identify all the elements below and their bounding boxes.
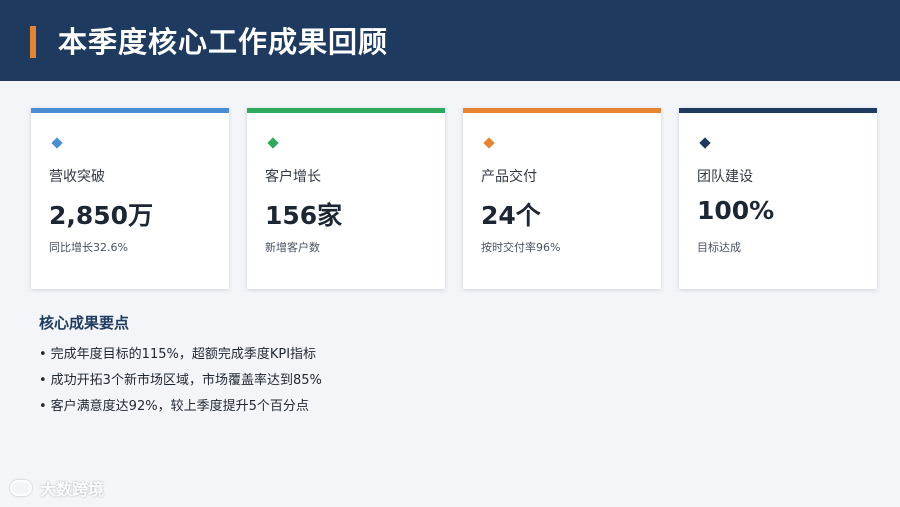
key-points-section: 核心成果要点 • 完成年度目标的115%，超额完成季度KPI指标 • 成功开拓3个新… (39, 312, 322, 420)
card-subtext: 目标达成 (697, 241, 741, 254)
card-subtext: 新增客户数 (265, 241, 320, 254)
watermark-text: 大数跨境 (40, 480, 105, 499)
bullet-icon: • (39, 399, 47, 414)
watermark: 大数跨境 (10, 476, 104, 500)
metric-card-revenue: 营收突破 2,850万 同比增长32.6% (31, 108, 229, 289)
card-label: 产品交付 (481, 169, 537, 185)
list-item: • 成功开拓3个新市场区域，市场覆盖率达到85% (39, 368, 322, 394)
bullet-icon: • (39, 373, 47, 388)
card-label: 营收突破 (49, 169, 105, 185)
card-label: 团队建设 (697, 169, 753, 185)
metric-card-customers: 客户增长 156家 新增客户数 (247, 108, 445, 289)
slide-title: 本季度核心工作成果回顾 (58, 25, 389, 59)
list-item-text: 完成年度目标的115%，超额完成季度KPI指标 (50, 347, 317, 362)
metric-card-delivery: 产品交付 24个 按时交付率96% (463, 108, 661, 289)
card-top-bar (31, 108, 229, 113)
slide-header: 本季度核心工作成果回顾 (0, 0, 900, 81)
key-points-list: • 完成年度目标的115%，超额完成季度KPI指标 • 成功开拓3个新市场区域，市场… (39, 342, 322, 420)
diamond-icon (267, 137, 279, 149)
watermark-logo-icon (10, 480, 32, 496)
diamond-icon (51, 137, 63, 149)
card-value: 24个 (481, 201, 541, 230)
card-top-bar (247, 108, 445, 113)
list-item: • 客户满意度达92%，较上季度提升5个百分点 (39, 394, 322, 420)
card-value: 100% (697, 196, 775, 225)
list-item: • 完成年度目标的115%，超额完成季度KPI指标 (39, 342, 322, 368)
card-top-bar (463, 108, 661, 113)
title-accent-bar (30, 26, 36, 58)
card-value: 156家 (265, 201, 343, 230)
card-label: 客户增长 (265, 169, 321, 185)
diamond-icon (483, 137, 495, 149)
card-subtext: 按时交付率96% (481, 241, 561, 254)
list-item-text: 客户满意度达92%，较上季度提升5个百分点 (50, 399, 309, 414)
card-top-bar (679, 108, 877, 113)
metric-card-team: 团队建设 100% 目标达成 (679, 108, 877, 289)
card-subtext: 同比增长32.6% (49, 241, 128, 254)
key-points-heading: 核心成果要点 (39, 314, 130, 332)
diamond-icon (699, 137, 711, 149)
bullet-icon: • (39, 347, 47, 362)
list-item-text: 成功开拓3个新市场区域，市场覆盖率达到85% (50, 373, 322, 388)
card-value: 2,850万 (49, 201, 154, 230)
metric-cards: 营收突破 2,850万 同比增长32.6% 客户增长 156家 新增客户数 产品… (31, 108, 881, 289)
